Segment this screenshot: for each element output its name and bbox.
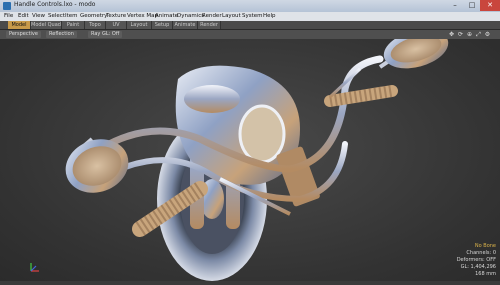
menu-file[interactable]: File bbox=[4, 13, 13, 19]
app-icon bbox=[3, 2, 11, 10]
tab-topo[interactable]: Topo bbox=[85, 21, 106, 29]
ray-gl-toggle[interactable]: Ray GL: Off bbox=[88, 31, 123, 38]
menu-animate[interactable]: Animate bbox=[155, 13, 178, 19]
tab-setup[interactable]: Setup bbox=[152, 21, 173, 29]
menu-select[interactable]: Select bbox=[48, 13, 65, 19]
menu-edit[interactable]: Edit bbox=[18, 13, 29, 19]
menu-dynamics[interactable]: Dynamics bbox=[177, 13, 204, 19]
menu-system[interactable]: System bbox=[242, 13, 263, 19]
menu-texture[interactable]: Texture bbox=[106, 13, 126, 19]
rotate-icon[interactable]: ⟳ bbox=[457, 31, 464, 38]
close-button[interactable]: ✕ bbox=[480, 0, 500, 11]
menu-layout[interactable]: Layout bbox=[222, 13, 241, 19]
3d-viewport[interactable]: No Bone Channels: 0 Deformers: OFF GL: 1… bbox=[0, 29, 500, 281]
tab-render[interactable]: Render bbox=[198, 21, 221, 29]
status-gl-count: GL: 1,404,296 bbox=[460, 264, 496, 270]
menu-help[interactable]: Help bbox=[263, 13, 276, 19]
tab-paint[interactable]: Paint bbox=[62, 21, 85, 29]
tab-model-quad[interactable]: Model Quad bbox=[31, 21, 62, 29]
status-deformers: Deformers: OFF bbox=[456, 257, 496, 263]
tab-uv[interactable]: UV bbox=[106, 21, 127, 29]
status-bone: No Bone bbox=[474, 243, 496, 249]
move-icon[interactable]: ✥ bbox=[448, 31, 455, 38]
axis-gizmo-icon bbox=[30, 263, 39, 272]
menu-item[interactable]: Item bbox=[65, 13, 78, 19]
gear-icon[interactable]: ⚙ bbox=[484, 31, 491, 38]
maximize-button[interactable]: □ bbox=[463, 0, 481, 11]
tab-model[interactable]: Model bbox=[8, 21, 31, 29]
status-size: 168 mm bbox=[475, 271, 496, 277]
tab-animate[interactable]: Animate bbox=[173, 21, 198, 29]
maximize-icon[interactable]: ⤢ bbox=[475, 31, 482, 38]
window-title: Handle Controls.lxo - modo bbox=[14, 1, 96, 8]
viewport-toolbar: Perspective Reflection Ray GL: Off ✥ ⟳ ⊕… bbox=[0, 30, 500, 39]
view-type-dropdown[interactable]: Perspective bbox=[6, 31, 41, 38]
motorcycle-handlebar-render bbox=[65, 29, 449, 281]
menu-geometry[interactable]: Geometry bbox=[80, 13, 107, 19]
tab-layout[interactable]: Layout bbox=[127, 21, 152, 29]
layout-tab-bar: Model Model Quad Paint Topo UV Layout Se… bbox=[0, 21, 500, 30]
menu-view[interactable]: View bbox=[32, 13, 45, 19]
shading-mode-dropdown[interactable]: Reflection bbox=[46, 31, 77, 38]
window-titlebar: Handle Controls.lxo - modo – □ ✕ bbox=[0, 0, 500, 12]
zoom-icon[interactable]: ⊕ bbox=[466, 31, 473, 38]
minimize-button[interactable]: – bbox=[446, 0, 464, 11]
status-channels: Channels: 0 bbox=[466, 250, 496, 256]
menu-vertex-map[interactable]: Vertex Map bbox=[127, 13, 158, 19]
menu-render[interactable]: Render bbox=[202, 13, 222, 19]
menu-bar: File Edit View Select Item Geometry Text… bbox=[0, 12, 500, 21]
